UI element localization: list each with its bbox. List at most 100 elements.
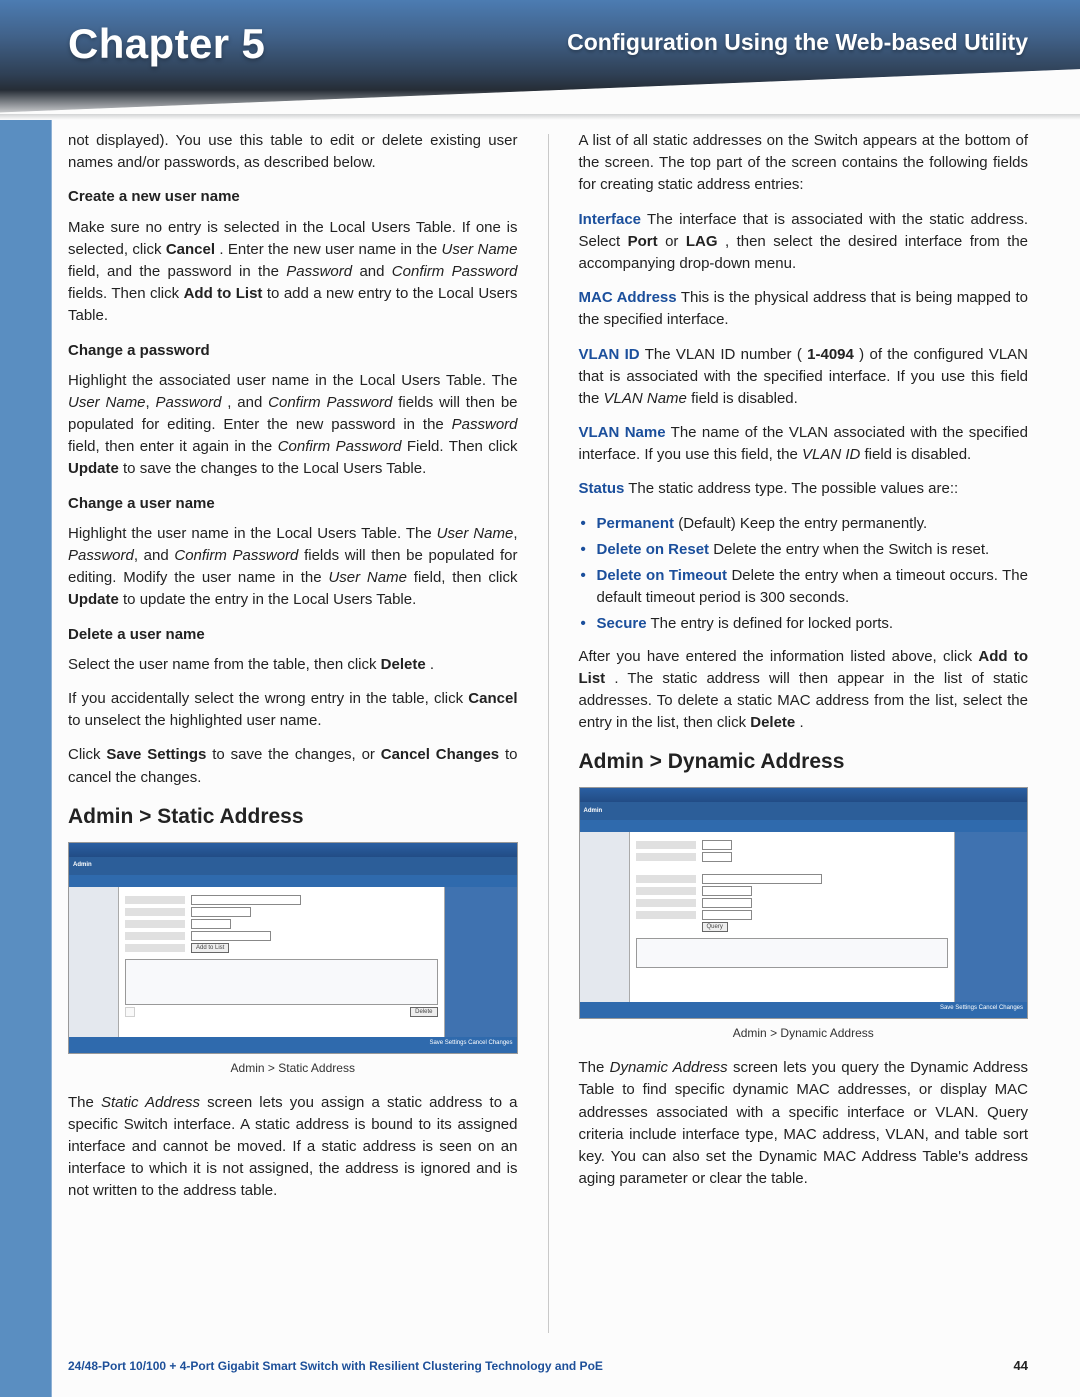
t: field, then click xyxy=(414,569,518,586)
t: (Default) Keep the entry permanently. xyxy=(674,515,927,532)
p-vlanid: VLAN ID The VLAN ID number ( 1-4094 ) of… xyxy=(579,344,1029,411)
left-stripe xyxy=(0,0,52,1397)
p-mac: MAC Address This is the physical address… xyxy=(579,287,1029,331)
kw-port: Port xyxy=(628,233,658,250)
t: or xyxy=(665,233,686,250)
caption-dynamic: Admin > Dynamic Address xyxy=(579,1025,1029,1043)
kw-username: User Name xyxy=(328,569,407,586)
kw-delete: Delete xyxy=(381,656,426,673)
t: The xyxy=(68,1094,101,1111)
h-create-user: Create a new user name xyxy=(68,186,518,208)
t: to unselect the highlighted user name. xyxy=(68,712,322,729)
thumb-add-button: Add to List xyxy=(191,943,229,953)
t: field is disabled. xyxy=(691,390,798,407)
h2-static-address: Admin > Static Address xyxy=(68,801,518,832)
header-band-slant xyxy=(0,68,1080,114)
chapter-title: Configuration Using the Web-based Utilit… xyxy=(567,29,1028,56)
kw-cancel-changes: Cancel Changes xyxy=(381,746,499,763)
p-delete-1: Select the user name from the table, the… xyxy=(68,654,518,676)
kw-vlanname: VLAN Name xyxy=(604,390,687,407)
p-static-desc: The Static Address screen lets you assig… xyxy=(68,1092,518,1203)
t: , xyxy=(513,525,517,542)
t: field is disabled. xyxy=(865,446,972,463)
t: field, then enter it again in the xyxy=(68,438,278,455)
h-change-password: Change a password xyxy=(68,340,518,362)
left-column: not displayed). You use this table to ed… xyxy=(68,130,518,1337)
t: Highlight the associated user name in th… xyxy=(68,372,518,389)
kw-del-reset: Delete on Reset xyxy=(597,541,710,558)
list-item: Delete on Timeout Delete the entry when … xyxy=(597,565,1029,609)
chapter-label: Chapter 5 xyxy=(68,20,265,68)
list-item: Secure The entry is defined for locked p… xyxy=(597,613,1029,635)
t: to save the changes, or xyxy=(212,746,380,763)
kw-addtolist: Add to List xyxy=(184,285,263,302)
p-interface: Interface The interface that is associat… xyxy=(579,209,1029,276)
kw-username: User Name xyxy=(442,241,518,258)
lbl-mac: MAC Address xyxy=(579,289,677,306)
t: After you have entered the information l… xyxy=(579,648,979,665)
list-item: Delete on Reset Delete the entry when th… xyxy=(597,539,1029,561)
h2-dynamic-address: Admin > Dynamic Address xyxy=(579,746,1029,777)
footer-product: 24/48-Port 10/100 + 4-Port Gigabit Smart… xyxy=(68,1359,603,1373)
p-change-password: Highlight the associated user name in th… xyxy=(68,370,518,481)
kw-delete: Delete xyxy=(750,714,795,731)
right-lead: A list of all static addresses on the Sw… xyxy=(579,130,1029,197)
kw-dynamic-address: Dynamic Address xyxy=(610,1059,728,1076)
p-dynamic-desc: The Dynamic Address screen lets you quer… xyxy=(579,1057,1029,1190)
lbl-vlanid: VLAN ID xyxy=(579,346,640,363)
list-item: Permanent (Default) Keep the entry perma… xyxy=(597,513,1029,535)
kw-static-address: Static Address xyxy=(101,1094,200,1111)
t: to update the entry in the Local Users T… xyxy=(123,591,416,608)
h-change-username: Change a user name xyxy=(68,493,518,515)
lbl-status: Status xyxy=(579,480,625,497)
p-delete-2: If you accidentally select the wrong ent… xyxy=(68,688,518,732)
kw-password: Password xyxy=(452,416,518,433)
content: not displayed). You use this table to ed… xyxy=(68,130,1028,1337)
lbl-interface: Interface xyxy=(579,211,642,228)
t: The xyxy=(579,1059,610,1076)
kw-confirm: Confirm Password xyxy=(392,263,518,280)
t: Click xyxy=(68,746,106,763)
kw-save: Save Settings xyxy=(106,746,206,763)
t: The VLAN ID number ( xyxy=(645,346,802,363)
kw-password: Password xyxy=(156,394,222,411)
kw-permanent: Permanent xyxy=(597,515,675,532)
kw-secure: Secure xyxy=(597,615,647,632)
header: Chapter 5 Configuration Using the Web-ba… xyxy=(68,20,1028,68)
kw-vlanid: VLAN ID xyxy=(802,446,860,463)
kw-confirm: Confirm Password xyxy=(278,438,402,455)
status-list: Permanent (Default) Keep the entry perma… xyxy=(579,513,1029,636)
thumb-footer: Save Settings Cancel Changes xyxy=(69,1037,517,1053)
kw-range: 1-4094 xyxy=(807,346,854,363)
t: to save the changes to the Local Users T… xyxy=(123,460,426,477)
kw-lag: LAG xyxy=(686,233,718,250)
t: . xyxy=(430,656,434,673)
t: Select the user name from the table, the… xyxy=(68,656,381,673)
right-column: A list of all static addresses on the Sw… xyxy=(579,130,1029,1337)
t: Delete the entry when the Switch is rese… xyxy=(709,541,989,558)
kw-cancel: Cancel xyxy=(468,690,517,707)
p-after: After you have entered the information l… xyxy=(579,646,1029,735)
dynamic-address-screenshot: Admin Query xyxy=(579,787,1029,1019)
thumb-footer: Save Settings Cancel Changes xyxy=(580,1002,1028,1018)
t: Highlight the user name in the Local Use… xyxy=(68,525,437,542)
t: , and xyxy=(227,394,268,411)
thumb-delete-button: Delete xyxy=(410,1007,437,1017)
t: , and xyxy=(134,547,175,564)
left-lead: not displayed). You use this table to ed… xyxy=(68,130,518,174)
t: The entry is defined for locked ports. xyxy=(647,615,894,632)
thumb-tab: Admin xyxy=(584,807,603,816)
static-address-screenshot: Admin Add to List Delete Save Se xyxy=(68,842,518,1054)
kw-confirm: Confirm Password xyxy=(174,547,298,564)
footer: 24/48-Port 10/100 + 4-Port Gigabit Smart… xyxy=(68,1358,1028,1373)
t: screen lets you query the Dynamic Addres… xyxy=(579,1059,1029,1187)
column-separator xyxy=(548,134,549,1333)
t: fields. Then click xyxy=(68,285,184,302)
kw-update: Update xyxy=(68,460,119,477)
footer-page: 44 xyxy=(1014,1358,1028,1373)
t: Field. Then click xyxy=(407,438,518,455)
t: and xyxy=(359,263,391,280)
t: . Enter the new user name in the xyxy=(219,241,441,258)
t: , xyxy=(146,394,156,411)
kw-password: Password xyxy=(68,547,134,564)
